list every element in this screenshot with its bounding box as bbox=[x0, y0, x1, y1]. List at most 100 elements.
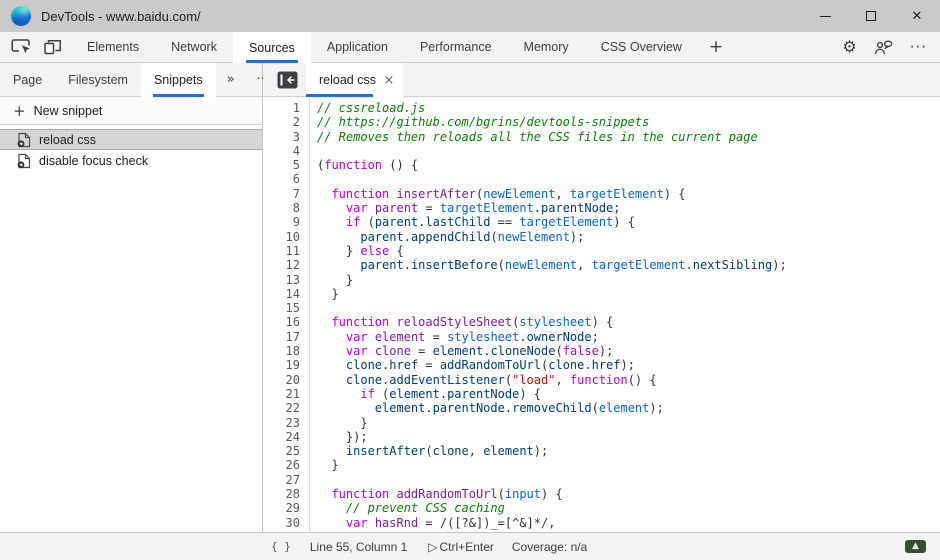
feedback-person-icon bbox=[874, 40, 893, 55]
line-number[interactable]: 13 bbox=[263, 273, 300, 287]
code-line: function reloadStyleSheet(stylesheet) { bbox=[317, 315, 940, 329]
close-button[interactable]: ✕ bbox=[894, 0, 940, 32]
code-line: } bbox=[317, 458, 940, 472]
line-number[interactable]: 19 bbox=[263, 358, 300, 372]
editor-tab-strip: reload css × bbox=[263, 63, 940, 97]
code-line: if (parent.lastChild == targetElement) { bbox=[317, 215, 940, 229]
add-panel-button[interactable]: + bbox=[698, 32, 734, 62]
plus-icon: + bbox=[709, 37, 723, 57]
line-number[interactable]: 9 bbox=[263, 215, 300, 229]
line-number[interactable]: 11 bbox=[263, 244, 300, 258]
editor-tab-reload-css[interactable]: reload css × bbox=[306, 63, 403, 97]
inspect-element-button[interactable] bbox=[11, 39, 32, 55]
toolbar-tab[interactable]: Application bbox=[311, 32, 404, 62]
line-number[interactable]: 8 bbox=[263, 201, 300, 215]
minimize-icon bbox=[820, 16, 831, 17]
window-titlebar: DevTools - www.baidu.com/ ✕ bbox=[0, 0, 940, 32]
code-line bbox=[317, 473, 940, 487]
toolbar-tab[interactable]: Performance bbox=[404, 32, 508, 62]
drawer-toggle-button[interactable]: ▲ bbox=[905, 540, 926, 553]
code-line: clone.href = addRandomToUrl(clone.href); bbox=[317, 358, 940, 372]
run-shortcut-label: Ctrl+Enter bbox=[440, 540, 494, 554]
code-line: } bbox=[317, 273, 940, 287]
new-snippet-label: New snippet bbox=[34, 104, 103, 118]
line-number-gutter[interactable]: 1234567891011121314151617181920212223242… bbox=[263, 97, 310, 532]
line-number[interactable]: 21 bbox=[263, 387, 300, 401]
line-number[interactable]: 23 bbox=[263, 416, 300, 430]
navigator-tab[interactable]: Filesystem bbox=[55, 63, 141, 96]
code-line: element.parentNode.removeChild(element); bbox=[317, 401, 940, 415]
snippet-list-item[interactable]: reload css bbox=[0, 129, 262, 150]
settings-button[interactable]: ⚙ bbox=[842, 39, 856, 55]
snippet-label: disable focus check bbox=[39, 154, 148, 168]
toolbar-tab[interactable]: Memory bbox=[508, 32, 585, 62]
toolbar-tab[interactable]: Network bbox=[155, 32, 233, 62]
toolbar-tabs: Elements Network Sources Application Per… bbox=[71, 32, 698, 62]
code-line: var parent = targetElement.parentNode; bbox=[317, 201, 940, 215]
line-number[interactable]: 15 bbox=[263, 301, 300, 315]
line-number[interactable]: 7 bbox=[263, 187, 300, 201]
navigator-tab[interactable]: Snippets bbox=[141, 63, 216, 97]
code-content[interactable]: // cssreload.js// https://github.com/bgr… bbox=[310, 97, 940, 532]
navigator-tab[interactable]: Page bbox=[0, 63, 55, 96]
toolbar-tab[interactable]: Elements bbox=[71, 32, 155, 62]
line-number[interactable]: 17 bbox=[263, 330, 300, 344]
line-number[interactable]: 3 bbox=[263, 130, 300, 144]
line-number[interactable]: 25 bbox=[263, 444, 300, 458]
devtools-toolbar: Elements Network Sources Application Per… bbox=[0, 32, 940, 63]
line-number[interactable]: 6 bbox=[263, 172, 300, 186]
line-number[interactable]: 5 bbox=[263, 158, 300, 172]
line-number[interactable]: 29 bbox=[263, 501, 300, 515]
line-number[interactable]: 24 bbox=[263, 430, 300, 444]
devtools-window: DevTools - www.baidu.com/ ✕ bbox=[0, 0, 940, 560]
code-line: function insertAfter(newElement, targetE… bbox=[317, 187, 940, 201]
code-line bbox=[317, 144, 940, 158]
code-line: parent.insertBefore(newElement, targetEl… bbox=[317, 258, 940, 272]
line-number[interactable]: 27 bbox=[263, 473, 300, 487]
line-number[interactable]: 18 bbox=[263, 344, 300, 358]
hide-navigator-button[interactable] bbox=[277, 71, 298, 89]
more-options-button[interactable]: ··· bbox=[910, 38, 927, 56]
coverage-status: Coverage: n/a bbox=[512, 540, 587, 554]
code-line: // https://github.com/bgrins/devtools-sn… bbox=[317, 115, 940, 129]
code-line: clone.addEventListener("load", function(… bbox=[317, 373, 940, 387]
toolbar-tab[interactable]: Sources bbox=[233, 32, 311, 63]
line-number[interactable]: 2 bbox=[263, 115, 300, 129]
new-snippet-button[interactable]: + New snippet bbox=[0, 97, 262, 125]
statusbar: { } Line 55, Column 1 ▷ Ctrl+Enter Cover… bbox=[0, 532, 940, 560]
maximize-button[interactable] bbox=[848, 0, 894, 32]
code-line: // cssreload.js bbox=[317, 101, 940, 115]
device-toolbar-button[interactable] bbox=[43, 39, 62, 55]
tab-close-button[interactable]: × bbox=[381, 72, 397, 88]
window-title: DevTools - www.baidu.com/ bbox=[41, 9, 201, 24]
minimize-button[interactable] bbox=[802, 0, 848, 32]
editor-tab-label: reload css bbox=[319, 73, 376, 87]
cursor-position: Line 55, Column 1 bbox=[310, 540, 407, 554]
line-number[interactable]: 26 bbox=[263, 458, 300, 472]
line-number[interactable]: 30 bbox=[263, 516, 300, 530]
snippet-list-item[interactable]: disable focus check bbox=[0, 150, 262, 171]
line-number[interactable]: 28 bbox=[263, 487, 300, 501]
inspect-cursor-icon bbox=[11, 39, 32, 55]
snippet-file-icon bbox=[17, 153, 31, 169]
line-number[interactable]: 16 bbox=[263, 315, 300, 329]
code-line: // prevent CSS caching bbox=[317, 501, 940, 515]
panel-collapse-left-icon bbox=[277, 71, 298, 89]
code-line: } bbox=[317, 416, 940, 430]
line-number[interactable]: 1 bbox=[263, 101, 300, 115]
line-number[interactable]: 12 bbox=[263, 258, 300, 272]
edge-logo-icon bbox=[11, 6, 31, 26]
snippet-file-icon bbox=[17, 132, 31, 148]
line-number[interactable]: 20 bbox=[263, 373, 300, 387]
line-number[interactable]: 14 bbox=[263, 287, 300, 301]
code-editor[interactable]: 1234567891011121314151617181920212223242… bbox=[263, 97, 940, 532]
more-tabs-button[interactable]: » bbox=[216, 63, 246, 96]
feedback-button[interactable] bbox=[874, 40, 893, 55]
line-number[interactable]: 22 bbox=[263, 401, 300, 415]
format-button[interactable]: { } bbox=[271, 540, 291, 553]
line-number[interactable]: 10 bbox=[263, 230, 300, 244]
code-line: (function () { bbox=[317, 158, 940, 172]
gear-icon: ⚙ bbox=[842, 39, 856, 55]
line-number[interactable]: 4 bbox=[263, 144, 300, 158]
toolbar-tab[interactable]: CSS Overview bbox=[585, 32, 698, 62]
